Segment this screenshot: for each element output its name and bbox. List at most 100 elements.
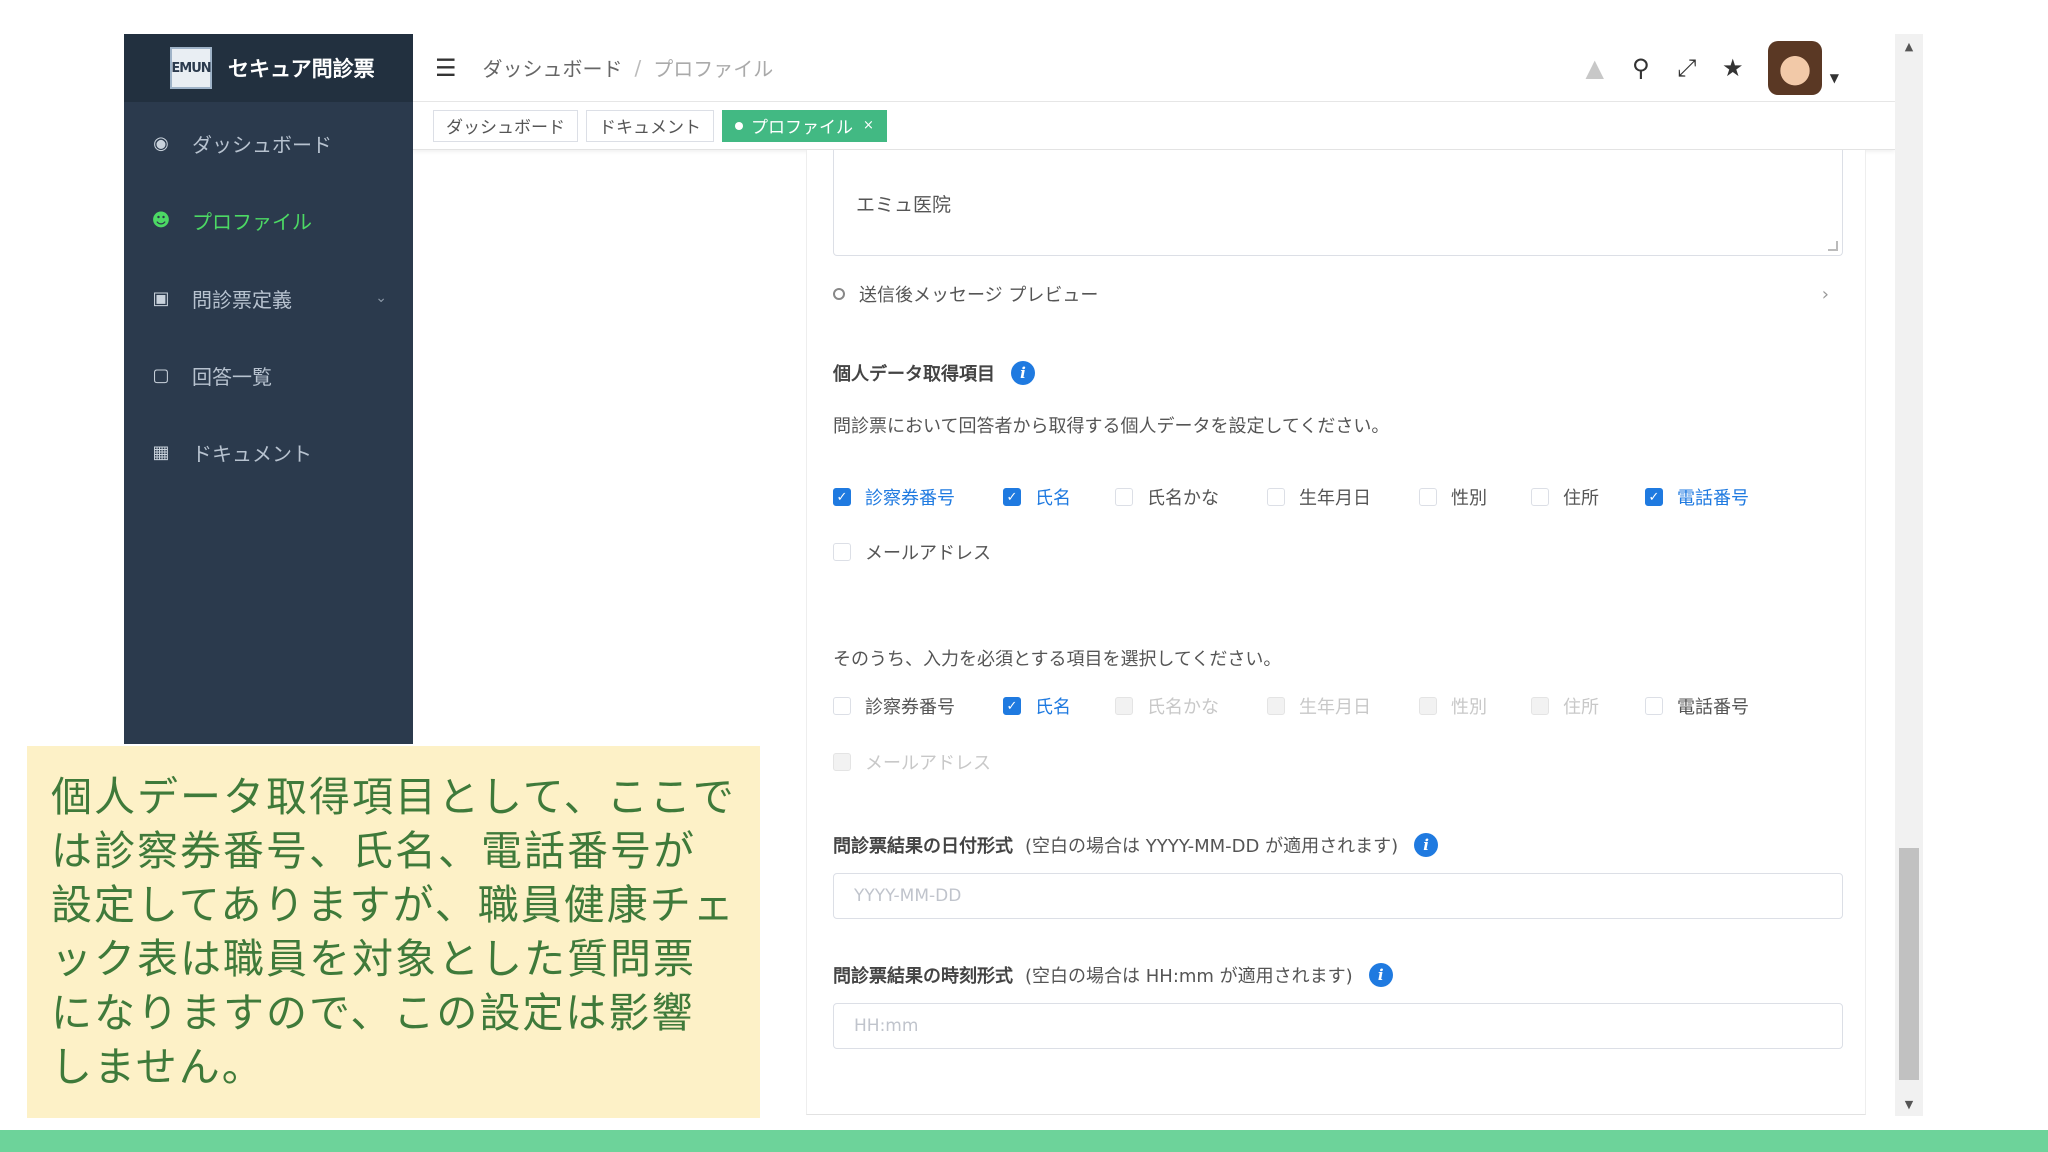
personal-data-options-row-1: ✓ 診察券番号 ✓ 氏名 氏名かな 生年月日 性別 住所 ✓ 電話番号: [833, 480, 1795, 514]
tags-view: ダッシュボード ドキュメント プロファイル ×: [413, 102, 1895, 150]
section-title-text: 個人データ取得項目: [833, 364, 995, 385]
checkbox-box: [1419, 488, 1437, 506]
menu-toggle-icon[interactable]: ☰: [435, 54, 457, 82]
caret-down-icon[interactable]: ▼: [1830, 71, 1839, 85]
input-placeholder: HH:mm: [854, 1016, 919, 1036]
checkbox-label: 氏名: [1035, 697, 1071, 718]
caption-text: 個人データ取得項目として、ここでは診察券番号、氏名、電話番号が設定してありますが…: [51, 773, 736, 1091]
checkbox-phone[interactable]: ✓ 電話番号: [1645, 484, 1795, 510]
required-checkbox-email: メールアドレス: [833, 749, 991, 775]
app-title: セキュア問診票: [228, 57, 375, 81]
checkbox-label: 氏名: [1035, 488, 1071, 509]
close-icon[interactable]: ×: [863, 118, 874, 133]
checkbox-label: 診察券番号: [865, 488, 955, 509]
bottom-accent-band: [0, 1130, 2048, 1152]
avatar[interactable]: [1767, 41, 1822, 95]
page-scrollbar[interactable]: ▲ ▼: [1895, 34, 1923, 1116]
required-options-row-1: 診察券番号 ✓ 氏名 氏名かな 生年月日 性別 住所 電話番号: [833, 689, 1795, 723]
lock-icon[interactable]: ▲: [1578, 51, 1612, 85]
archive-icon: ▢: [152, 364, 170, 386]
breadcrumb-item-dashboard[interactable]: ダッシュボード: [483, 53, 623, 82]
tab-label: ダッシュボード: [446, 118, 565, 138]
checkbox-label: 生年月日: [1299, 488, 1371, 509]
chevron-down-icon: ⌄: [375, 290, 387, 306]
message-preview-toggle[interactable]: 送信後メッセージ プレビュー ›: [833, 274, 1843, 314]
checkbox-label: 性別: [1451, 697, 1487, 718]
required-options-row-2: メールアドレス: [833, 745, 991, 779]
tab-dashboard[interactable]: ダッシュボード: [433, 109, 578, 142]
required-checkbox-phone[interactable]: 電話番号: [1645, 693, 1795, 719]
sidebar-item-questionnaire-definition[interactable]: ▣ 問診票定義 ⌄: [124, 269, 413, 327]
checkbox-box: [1419, 697, 1437, 715]
info-icon[interactable]: i: [1011, 361, 1035, 385]
breadcrumb-separator: /: [634, 55, 642, 80]
info-icon[interactable]: i: [1368, 963, 1393, 987]
checkbox-box: [1645, 697, 1663, 715]
checkbox-box: ✓: [1645, 488, 1663, 506]
checkbox-label: 性別: [1451, 488, 1487, 509]
required-checkbox-patient-number[interactable]: 診察券番号: [833, 693, 1003, 719]
fullscreen-icon[interactable]: ⤢: [1670, 51, 1704, 85]
required-fields-description: そのうち、入力を必須とする項目を選択してください。: [833, 649, 1282, 670]
required-checkbox-name[interactable]: ✓ 氏名: [1003, 693, 1115, 719]
info-icon[interactable]: i: [1414, 833, 1439, 857]
checkbox-address[interactable]: 住所: [1531, 484, 1645, 510]
checkbox-box: [1267, 488, 1285, 506]
required-checkbox-gender: 性別: [1419, 693, 1531, 719]
clinic-message-textarea[interactable]: エミュ医院: [833, 150, 1843, 256]
sidebar-item-label: ドキュメント: [192, 441, 312, 466]
sidebar-item-documents[interactable]: ▦ ドキュメント: [124, 423, 413, 481]
dashboard-icon: ◉: [153, 132, 169, 154]
date-format-input[interactable]: YYYY-MM-DD: [833, 873, 1843, 919]
checkbox-box: ✓: [1003, 488, 1021, 506]
document-icon: ▦: [152, 441, 170, 463]
top-header: ☰ ダッシュボード / プロファイル ▲ ⚲ ⤢ ★ ▼: [413, 34, 1895, 102]
sidebar-item-responses[interactable]: ▢ 回答一覧: [124, 346, 413, 404]
checkbox-label: メールアドレス: [865, 543, 991, 564]
checkbox-patient-number[interactable]: ✓ 診察券番号: [833, 484, 1003, 510]
checkbox-gender[interactable]: 性別: [1419, 484, 1531, 510]
time-format-input[interactable]: HH:mm: [833, 1003, 1843, 1049]
checkbox-box: [1115, 697, 1133, 715]
date-format-hint: (空白の場合は YYYY-MM-DD が適用されます): [1025, 836, 1399, 857]
checkbox-name-kana[interactable]: 氏名かな: [1115, 484, 1267, 510]
tab-label: プロファイル: [751, 118, 853, 138]
checkbox-email[interactable]: メールアドレス: [833, 539, 991, 565]
checkbox-box: [1531, 697, 1549, 715]
checkbox-label: 住所: [1563, 697, 1599, 718]
personal-data-options-row-2: メールアドレス: [833, 535, 991, 569]
tab-documents[interactable]: ドキュメント: [586, 109, 714, 142]
checkbox-label: メールアドレス: [865, 753, 991, 774]
checkbox-label: 住所: [1563, 488, 1599, 509]
checkbox-label: 電話番号: [1677, 488, 1749, 509]
logo-bar[interactable]: EMUN セキュア問診票: [124, 34, 413, 102]
personal-data-description: 問診票において回答者から取得する個人データを設定してください。: [833, 416, 1390, 437]
bug-icon[interactable]: ★: [1716, 51, 1750, 85]
scrollbar-thumb[interactable]: [1899, 848, 1919, 1080]
sidebar-item-profile[interactable]: ☻ プロファイル: [124, 191, 413, 249]
section-title-text: 問診票結果の時刻形式: [833, 966, 1013, 987]
personal-data-title: 個人データ取得項目 i: [833, 360, 1035, 386]
sidebar-item-label: 問診票定義: [192, 287, 292, 312]
resize-handle-icon[interactable]: [1828, 241, 1838, 251]
section-title-text: 問診票結果の日付形式: [833, 836, 1013, 857]
user-icon: ☻: [151, 209, 171, 231]
checkbox-birthdate[interactable]: 生年月日: [1267, 484, 1419, 510]
checkbox-label: 生年月日: [1299, 697, 1371, 718]
checkbox-label: 診察券番号: [865, 697, 955, 718]
tab-profile[interactable]: プロファイル ×: [722, 109, 887, 142]
scroll-up-icon[interactable]: ▲: [1895, 34, 1923, 58]
logo-icon: EMUN: [170, 47, 212, 89]
textarea-value: エミュ医院: [856, 194, 952, 216]
checkbox-name[interactable]: ✓ 氏名: [1003, 484, 1115, 510]
profile-form-card: エミュ医院 送信後メッセージ プレビュー › 個人データ取得項目 i 問診票にお…: [806, 150, 1866, 1115]
checkbox-label: 氏名かな: [1147, 697, 1219, 718]
checkbox-box: [1531, 488, 1549, 506]
time-format-hint: (空白の場合は HH:mm が適用されます): [1025, 966, 1353, 987]
sidebar-item-dashboard[interactable]: ◉ ダッシュボード: [124, 114, 413, 172]
search-icon[interactable]: ⚲: [1624, 51, 1658, 85]
scroll-down-icon[interactable]: ▼: [1895, 1092, 1923, 1116]
eye-icon: [833, 288, 845, 300]
chevron-right-icon: ›: [1821, 283, 1829, 305]
breadcrumb-item-profile: プロファイル: [653, 57, 774, 81]
